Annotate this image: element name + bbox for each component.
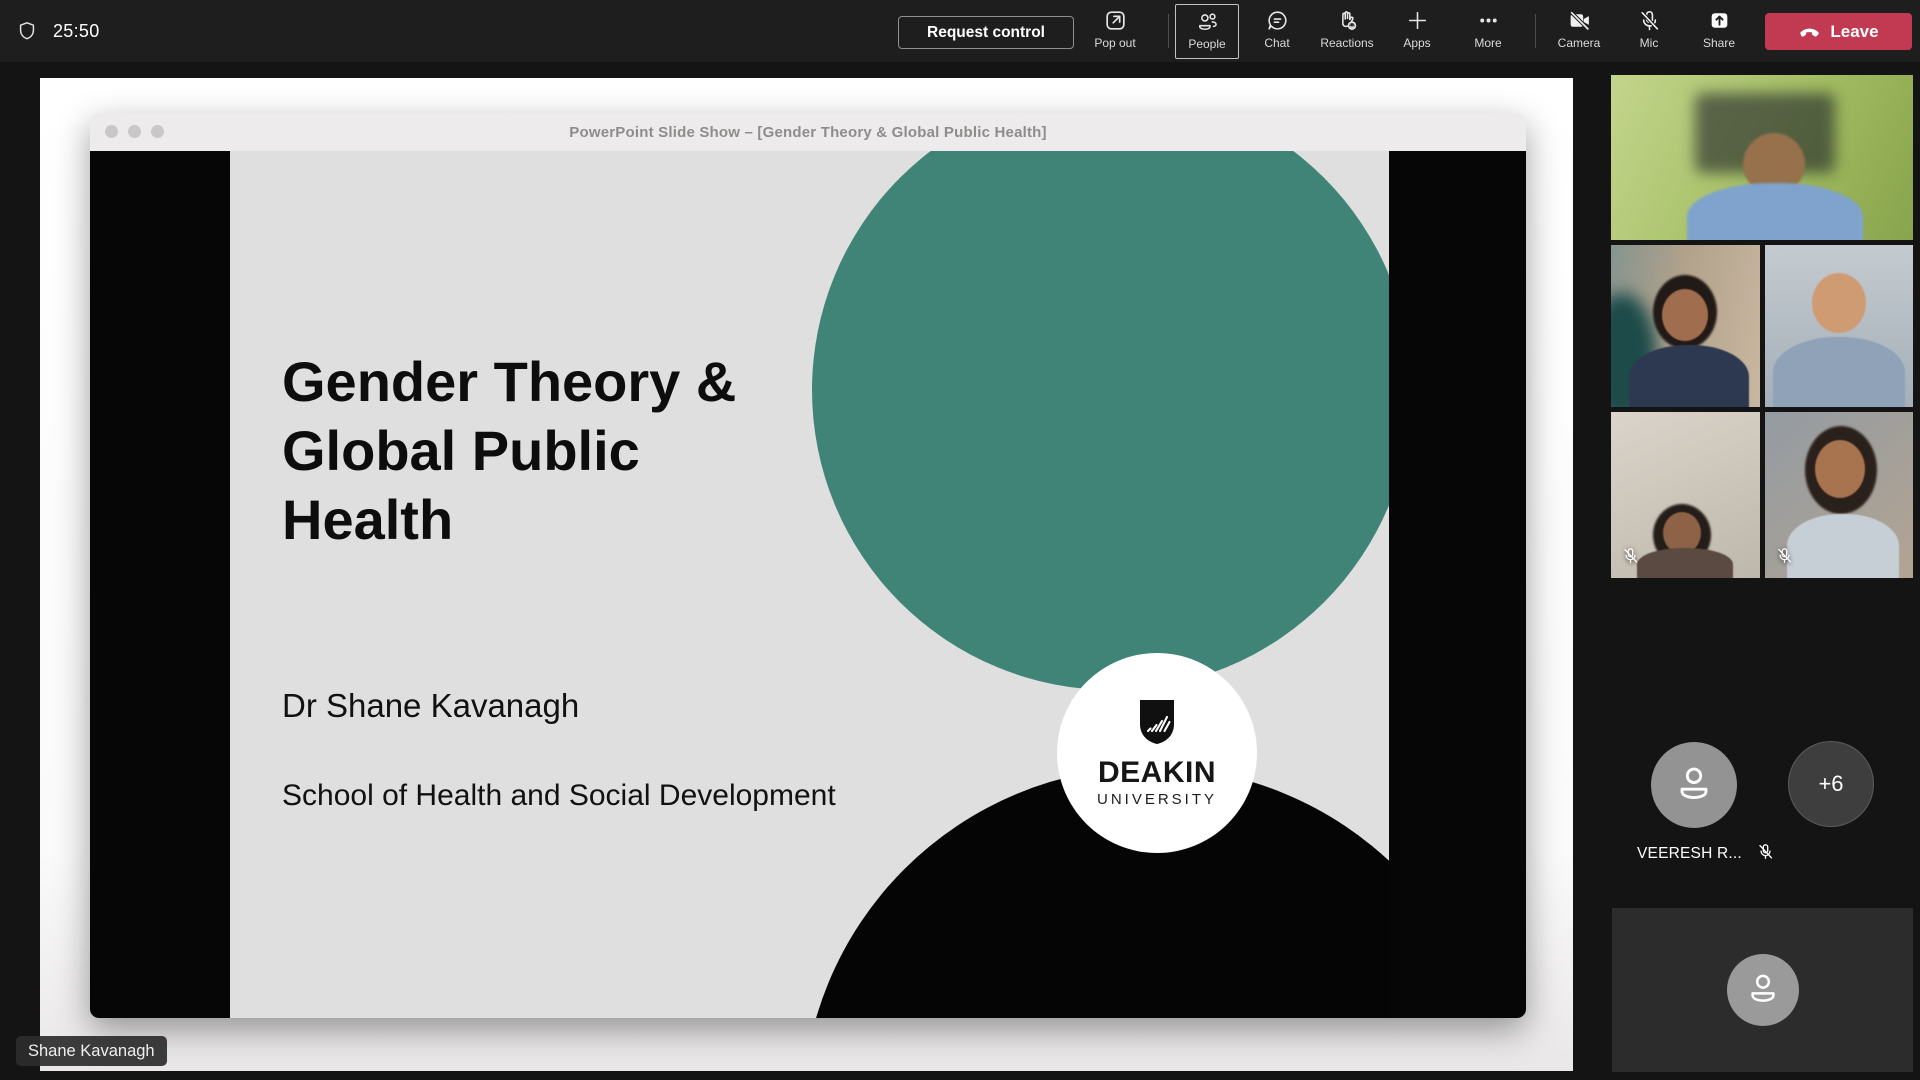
deakin-shield-icon (1137, 698, 1177, 751)
slide-title: Gender Theory & Global Public Health (282, 347, 736, 554)
participant-name: VEERESH R... (1637, 845, 1742, 863)
leave-button[interactable]: Leave (1765, 13, 1912, 50)
slide-title-line: Global Public (282, 416, 736, 485)
powerpoint-titlebar: PowerPoint Slide Show – [Gender Theory &… (90, 113, 1526, 151)
mic-label: Mic (1640, 36, 1659, 50)
hang-up-icon (1798, 19, 1821, 45)
deakin-logo-badge: DEAKIN UNIVERSITY (1057, 653, 1257, 853)
slide-title-line: Gender Theory & (282, 347, 736, 416)
logo-subtext: UNIVERSITY (1097, 791, 1217, 808)
chat-icon (1265, 4, 1290, 33)
presenter-name-badge: Shane Kavanagh (16, 1036, 167, 1066)
reactions-button[interactable]: Reactions (1315, 4, 1379, 59)
slide-presenter-name: Dr Shane Kavanagh (282, 687, 579, 725)
mic-button[interactable]: Mic (1617, 4, 1681, 59)
participant-silhouette (1629, 345, 1749, 407)
participant-avatar (1727, 954, 1799, 1026)
more-button[interactable]: More (1456, 4, 1520, 59)
participant-video-tile-empty[interactable] (1612, 908, 1913, 1072)
participant-avatar[interactable] (1651, 742, 1737, 828)
window-zoom-button (151, 125, 164, 138)
participant-silhouette (1662, 289, 1708, 341)
pop-out-icon (1103, 4, 1128, 33)
participant-silhouette (1637, 548, 1733, 578)
meeting-timer: 25:50 (53, 21, 100, 42)
chat-label: Chat (1264, 36, 1289, 50)
window-minimize-button (128, 125, 141, 138)
shared-screen-stage: PowerPoint Slide Show – [Gender Theory &… (40, 78, 1573, 1071)
overflow-count: +6 (1818, 771, 1843, 797)
apps-button[interactable]: Apps (1385, 4, 1449, 59)
plus-icon (1405, 4, 1430, 33)
person-icon (1743, 968, 1783, 1013)
participant-video-tile[interactable] (1611, 245, 1760, 407)
meeting-status-group: 25:50 (16, 0, 100, 62)
ellipsis-icon (1476, 4, 1501, 33)
toolbar-divider (1535, 14, 1536, 48)
pop-out-label: Pop out (1094, 36, 1135, 50)
teams-meeting-window: 25:50 Request control Pop out (0, 0, 1920, 1080)
person-icon (1671, 760, 1717, 811)
participant-video-tile[interactable] (1611, 75, 1913, 240)
share-label: Share (1703, 36, 1735, 50)
participant-video-tile[interactable] (1611, 412, 1760, 578)
participant-video-tile[interactable] (1765, 412, 1913, 578)
window-control-buttons (105, 125, 164, 138)
participant-name-row: VEERESH R... (1637, 842, 1775, 866)
camera-label: Camera (1558, 36, 1601, 50)
slide-department: School of Health and Social Development (282, 779, 836, 813)
people-icon (1195, 5, 1220, 34)
teal-circle-graphic (812, 151, 1389, 690)
shield-icon (16, 20, 38, 42)
request-control-button[interactable]: Request control (898, 16, 1074, 49)
participant-video-tile[interactable] (1765, 245, 1913, 407)
slide-main-panel: DEAKIN UNIVERSITY Gender Theory & Global… (230, 151, 1389, 1018)
mic-muted-icon (1775, 546, 1794, 570)
people-button[interactable]: People (1175, 4, 1239, 59)
chat-button[interactable]: Chat (1245, 4, 1309, 59)
pop-out-button[interactable]: Pop out (1083, 4, 1147, 59)
participant-silhouette (1812, 273, 1866, 333)
meeting-toolbar: 25:50 Request control Pop out (0, 0, 1920, 62)
slide-title-line: Health (282, 485, 736, 554)
raised-hand-reaction-icon (1335, 4, 1360, 33)
people-label: People (1188, 37, 1225, 51)
participant-silhouette (1773, 337, 1905, 407)
participant-silhouette (1815, 440, 1865, 498)
window-title: PowerPoint Slide Show – [Gender Theory &… (569, 124, 1046, 141)
overflow-participants-badge[interactable]: +6 (1788, 741, 1874, 827)
reactions-label: Reactions (1320, 36, 1373, 50)
camera-off-icon (1567, 4, 1592, 33)
leave-label: Leave (1830, 22, 1878, 42)
powerpoint-window: PowerPoint Slide Show – [Gender Theory &… (90, 113, 1526, 1018)
more-label: More (1474, 36, 1501, 50)
logo-wordmark: DEAKIN (1098, 756, 1216, 790)
participant-silhouette (1687, 183, 1863, 240)
presentation-slide: DEAKIN UNIVERSITY Gender Theory & Global… (90, 151, 1526, 1018)
camera-button[interactable]: Camera (1547, 4, 1611, 59)
mic-muted-icon (1756, 842, 1775, 866)
window-close-button (105, 125, 118, 138)
participant-silhouette (1787, 514, 1899, 578)
toolbar-divider (1168, 14, 1169, 48)
mic-off-icon (1637, 4, 1662, 33)
share-screen-icon (1707, 4, 1732, 33)
apps-label: Apps (1403, 36, 1430, 50)
share-button[interactable]: Share (1687, 4, 1751, 59)
mic-muted-icon (1621, 546, 1640, 570)
